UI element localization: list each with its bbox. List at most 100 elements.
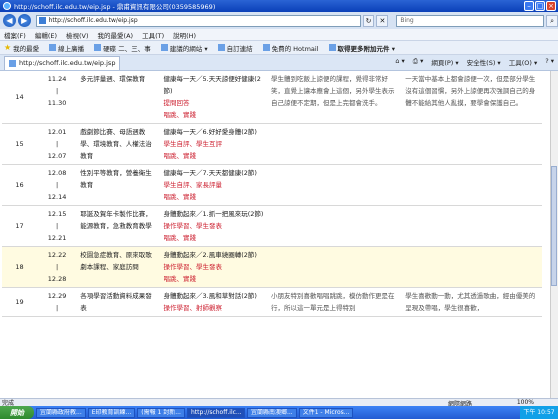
stop-icon[interactable]: ✕ (376, 14, 389, 27)
search-input[interactable]: Bing (396, 14, 545, 27)
content-cell: 健康每一天／6.好好愛身體(2節) 學生自評、學生互評 唱跳、實踐 (160, 123, 268, 165)
topic-text: 戲劇節比賽、母語週教學、環境教育、人權法治教育 (80, 128, 152, 160)
address-toolbar: ◀ ▶ http://schoff.ilc.edu.tw/eip.jsp ↻ ✕… (0, 12, 558, 29)
week-number: 14 (2, 71, 37, 124)
minimize-button[interactable]: – (524, 1, 534, 11)
favorite-link[interactable]: 自訂連結 (217, 43, 253, 53)
reflection-cell (402, 164, 542, 206)
taskbar-item[interactable]: E印教育訓練... (87, 407, 136, 418)
taskbar-item[interactable]: 宜蘭縣政府教... (36, 407, 86, 418)
menu-favorites[interactable]: 我的最愛(A) (98, 30, 134, 40)
unit-text: 身體動起來／2.風車繞圈轉(2節) (163, 251, 257, 259)
reflection-cell (402, 205, 542, 247)
content-cell: 健康每一天／7.天天都健康(2節) 學生自評、家長評量 唱跳、實踐 (160, 164, 268, 206)
menu-help[interactable]: 說明(H) (173, 30, 196, 40)
taskbar-item[interactable]: 宜蘭縣南澳鄉... (246, 407, 297, 418)
page-menu[interactable]: 網頁(P) ▾ (431, 57, 458, 67)
command-bar: ⌂ ▾ ⎙ ▾ 網頁(P) ▾ 安全性(S) ▾ 工具(O) ▾ ? ▾ (395, 57, 554, 67)
favorite-link[interactable]: 免費的 Hotmail (262, 43, 319, 53)
week-number: 15 (2, 123, 37, 165)
table-row: 15 12.01 | 12.07 戲劇節比賽、母語週教學、環境教育、人權法治教育 健康每一… (2, 123, 542, 165)
assessment-method: 唱跳、實踐 (163, 275, 197, 283)
maximize-button[interactable]: □ (535, 1, 545, 11)
topic-cell: 戲劇節比賽、母語週教學、環境教育、人權法治教育 (77, 123, 161, 165)
favorites-button[interactable]: ★ 我的最愛 (4, 43, 39, 53)
date-range: 12.01 | 12.07 (36, 123, 78, 165)
week-number-text: 18 (15, 263, 24, 271)
date-from: 12.08 (47, 169, 67, 177)
week-number: 17 (2, 205, 37, 247)
date-separator: | (55, 140, 59, 148)
forward-button[interactable]: ▶ (17, 14, 31, 27)
table-row: 19 12.29 | 各項學習活動資料成果發表 身體動起來／3.風和草對話(2節) 操作學… (2, 287, 542, 317)
address-input[interactable]: http://schoff.ilc.edu.tw/eip.jsp (35, 14, 361, 27)
date-from: 11.24 (47, 75, 67, 83)
favorite-link[interactable]: 建議的網站 ▾ (160, 43, 208, 53)
link-icon (94, 44, 102, 51)
reflection-text: 學生喜歡動一動，尤其透過歌曲，經由優美的呈現及帶唱，學生很喜歡， (405, 292, 536, 312)
reflection-cell (402, 123, 542, 165)
date-separator: | (55, 304, 59, 312)
refresh-icon[interactable]: ↻ (362, 14, 375, 27)
assessment-method: 唱跳、實踐 (163, 193, 197, 201)
content-cell: 身體動起來／1.抓一把風來玩(2節) 操作學習、學生發表 唱跳、實踐 (160, 205, 268, 247)
topic-cell: 校園急症教育、原來取歌劇本課程、家庭訪問 (77, 246, 161, 288)
observation-cell (267, 164, 403, 206)
assessment-method: 唱跳、實踐 (163, 152, 197, 160)
safety-menu[interactable]: 安全性(S) ▾ (467, 57, 501, 67)
date-separator: | (55, 222, 59, 230)
date-range: 12.29 | (36, 287, 78, 317)
favorites-label: 我的最愛 (13, 44, 40, 53)
taskbar: 開始 宜蘭縣政府教... E印教育訓練... (需報 1 封新... http:… (0, 406, 558, 419)
content-cell: 身體動起來／2.風車繞圈轉(2節) 操作學習、學生發表 唱跳、實踐 (160, 246, 268, 288)
unit-text: 身體動起來／3.風和草對話(2節) (163, 292, 257, 300)
observation-cell: 小朋友特別喜歡唱唱跳跳，模仿動作更是在行，所以這一單元是上得特別 (267, 287, 403, 317)
observation-cell (267, 205, 403, 247)
page-icon (9, 59, 16, 67)
zoom-level[interactable]: 100% (517, 399, 534, 406)
observation-cell (267, 123, 403, 165)
menu-tools[interactable]: 工具(T) (142, 30, 164, 40)
tools-menu[interactable]: 工具(O) ▾ (509, 57, 538, 67)
address-url: http://schoff.ilc.edu.tw/eip.jsp (48, 17, 138, 24)
assessment-method: 操作學習、學生發表 (163, 222, 223, 230)
window-title: http://schoff.ilc.edu.tw/eip.jsp - 鼎甫資訊有… (14, 3, 216, 11)
reflection-text: 一天當中基本上都會諒便一次，但是部分學生沒有這個習慣，另外上諒便再次強調自己的身… (405, 75, 536, 107)
search-icon[interactable]: ⌕ (546, 14, 558, 27)
back-button[interactable]: ◀ (3, 14, 16, 27)
taskbar-item[interactable]: 文件1 - Micros... (298, 407, 354, 418)
link-icon (49, 44, 57, 51)
help-icon[interactable]: ? ▾ (545, 57, 554, 67)
taskbar-item[interactable]: http://schoff.ilc... (186, 407, 245, 418)
scroll-thumb[interactable] (551, 166, 557, 286)
menu-bar: 檔案(F) 編輯(E) 檢視(V) 我的最愛(A) 工具(T) 說明(H) (0, 29, 558, 41)
favorite-link[interactable]: 取得更多附加元件 ▾ (328, 43, 395, 53)
table-row: 14 11.24 | 11.30 多元評量週、環保教育 健康每一天／5.天天諒便好健康(2… (2, 71, 542, 124)
favorite-link[interactable]: 線上廣播 (49, 43, 84, 53)
home-icon[interactable]: ⌂ ▾ (395, 57, 404, 67)
star-icon: ★ (4, 43, 12, 52)
week-number: 18 (2, 246, 37, 288)
menu-view[interactable]: 檢視(V) (66, 30, 89, 40)
window-titlebar: http://schoff.ilc.edu.tw/eip.jsp - 鼎甫資訊有… (0, 0, 558, 12)
week-number: 19 (2, 287, 37, 317)
date-separator: | (55, 87, 59, 95)
menu-file[interactable]: 檔案(F) (4, 30, 26, 40)
date-to: 12.14 (47, 193, 67, 201)
favorite-link[interactable]: 硬碟 二、三、事 (94, 43, 151, 53)
date-range: 12.15 | 12.21 (36, 205, 78, 247)
taskbar-item[interactable]: (需報 1 封新... (137, 407, 185, 418)
close-button[interactable]: × (546, 1, 556, 11)
observation-cell (267, 246, 403, 288)
vertical-scrollbar[interactable] (550, 71, 558, 398)
start-button[interactable]: 開始 (0, 406, 34, 419)
print-icon[interactable]: ⎙ ▾ (413, 57, 424, 67)
assessment-method: 唱跳、實踐 (163, 234, 197, 242)
date-from: 12.29 (47, 292, 67, 300)
week-number-text: 17 (15, 222, 24, 230)
date-range: 11.24 | 11.30 (36, 71, 78, 124)
link-icon (217, 44, 225, 51)
assessment-method: 提問回答 (163, 99, 190, 107)
tab-current[interactable]: http://schoff.ilc.edu.tw/eip.jsp (4, 55, 121, 70)
menu-edit[interactable]: 編輯(E) (35, 30, 57, 40)
